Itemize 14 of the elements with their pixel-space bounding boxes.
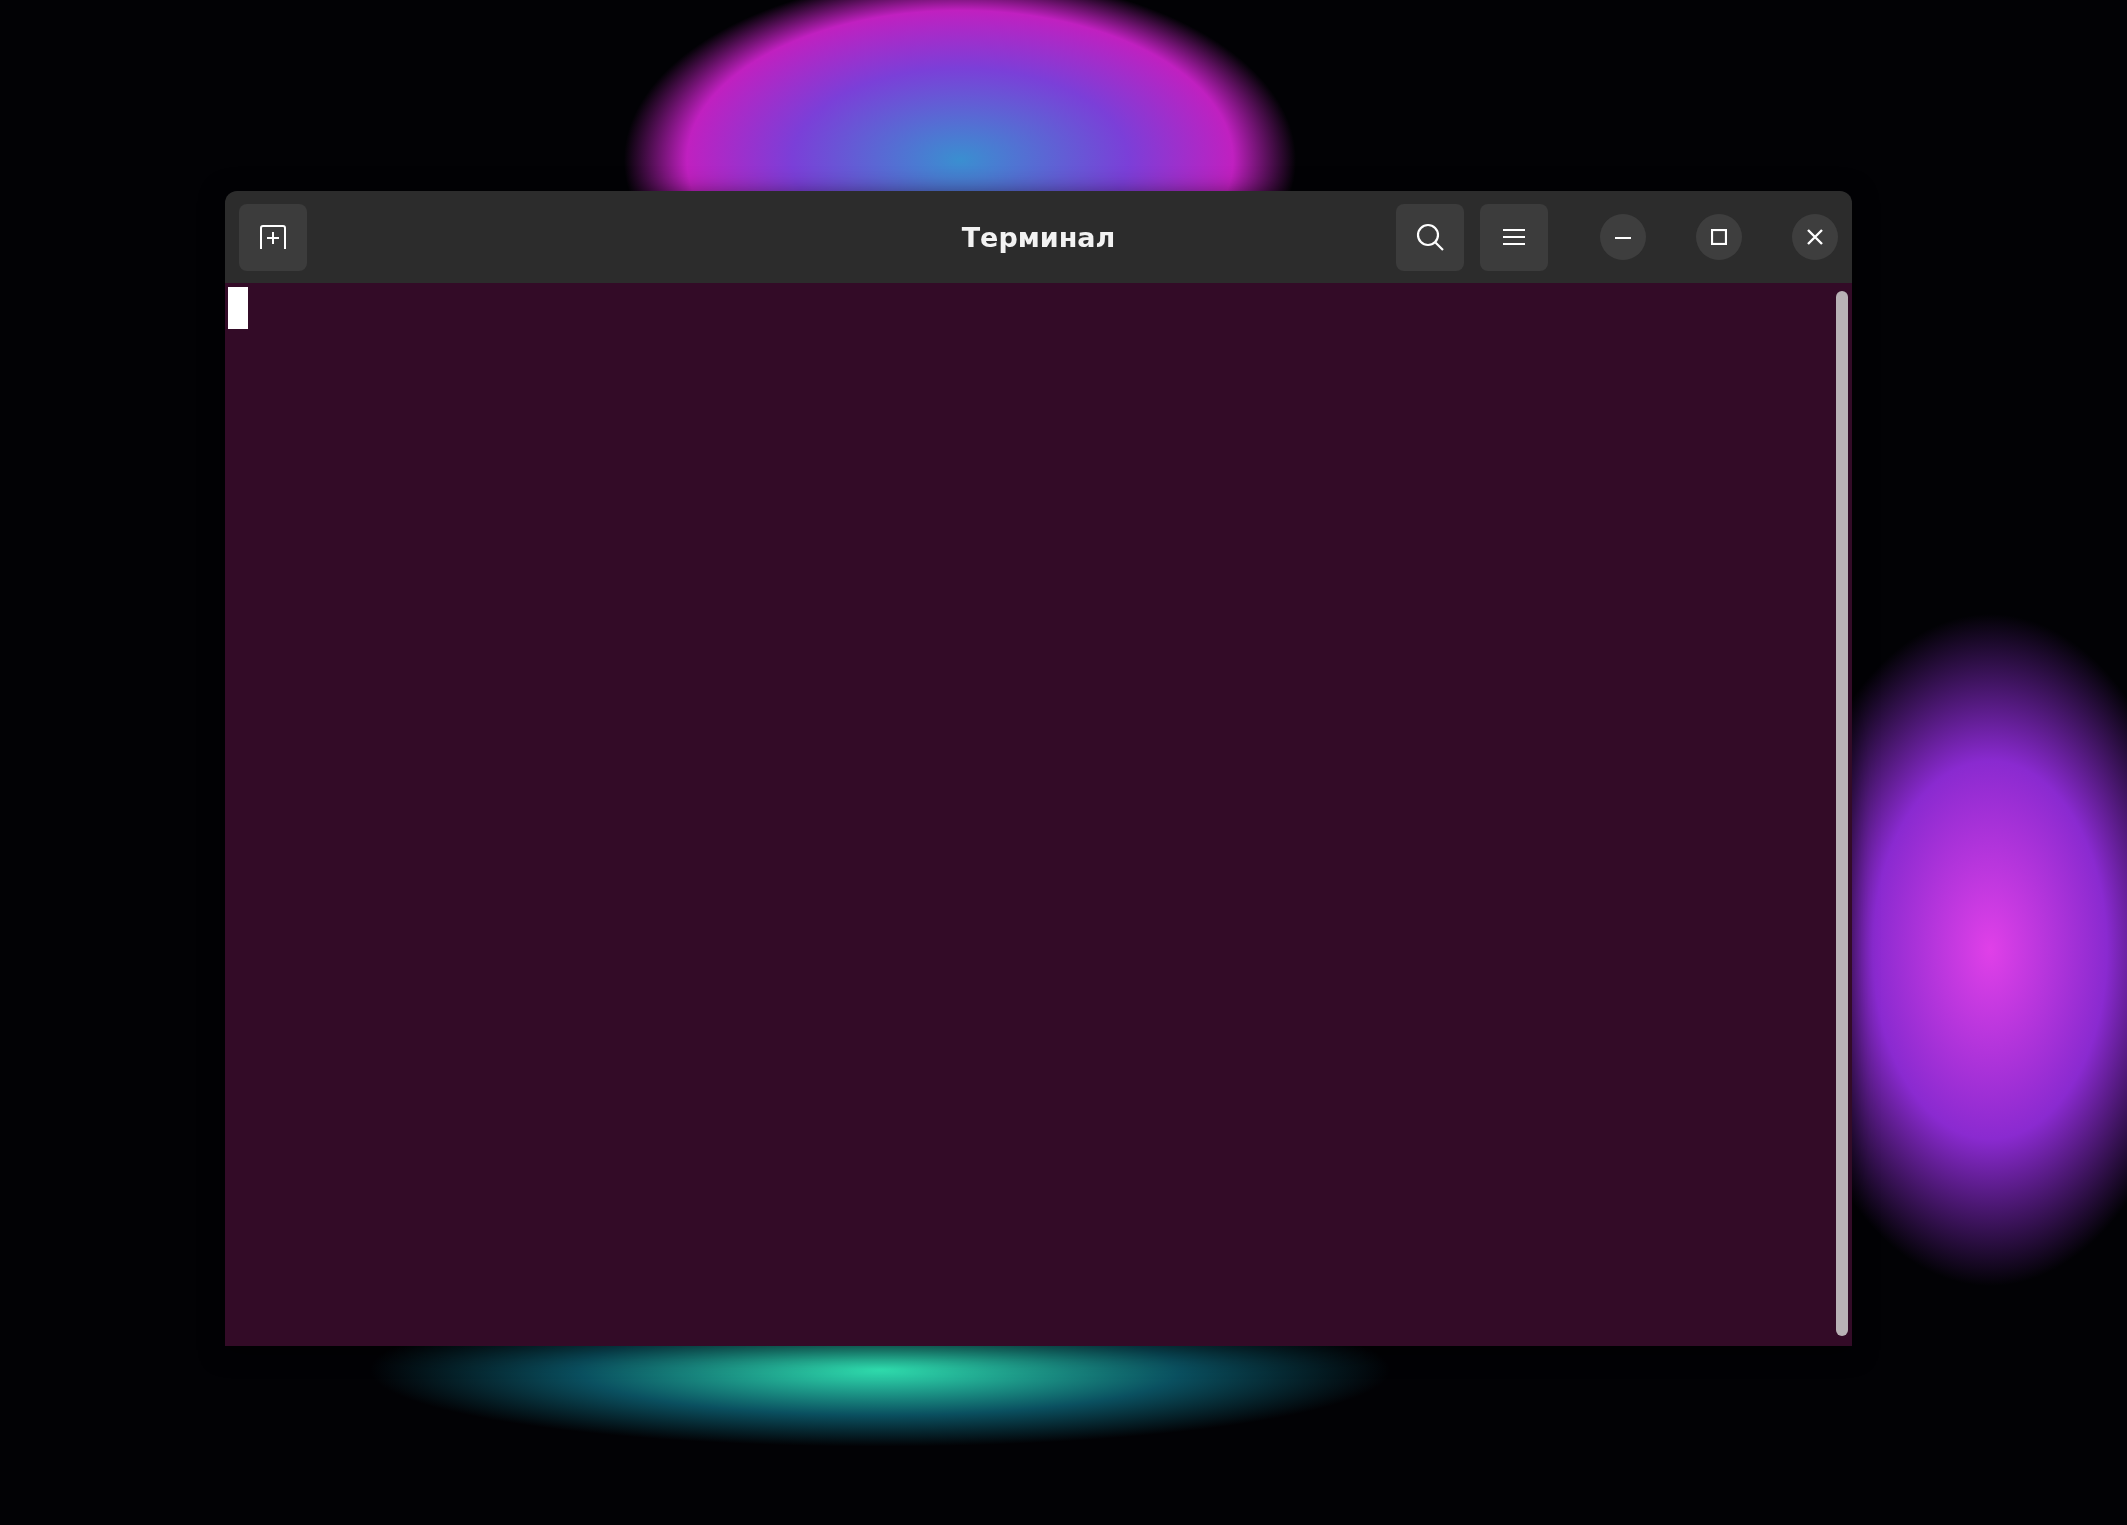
search-button[interactable] [1396, 203, 1464, 271]
maximize-icon [1711, 229, 1727, 245]
close-icon [1807, 229, 1823, 245]
text-cursor [228, 287, 248, 329]
close-button[interactable] [1792, 214, 1838, 260]
search-icon [1415, 222, 1445, 252]
new-tab-button[interactable] [239, 203, 307, 271]
minimize-icon [1615, 235, 1631, 239]
new-tab-icon [258, 223, 288, 251]
window-title: Терминал [961, 221, 1116, 253]
menu-icon [1503, 228, 1525, 246]
scrollbar[interactable] [1836, 291, 1848, 1336]
maximize-button[interactable] [1696, 214, 1742, 260]
menu-button[interactable] [1480, 203, 1548, 271]
